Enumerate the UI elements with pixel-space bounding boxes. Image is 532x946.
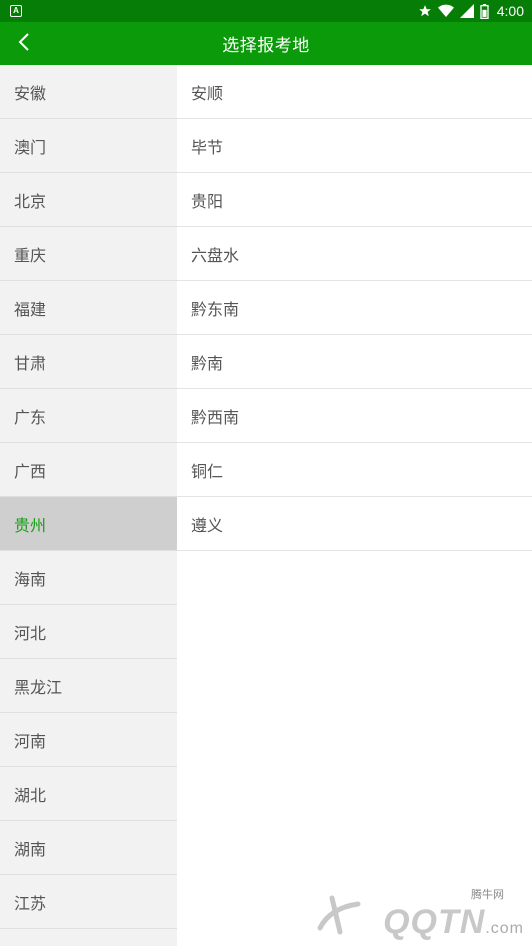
chevron-left-icon [18, 32, 30, 56]
app-bar: 选择报考地 [0, 22, 532, 65]
province-item[interactable]: 澳门 [0, 119, 177, 173]
province-item[interactable]: 广东 [0, 389, 177, 443]
signal-icon [459, 4, 474, 18]
province-item[interactable]: 河南 [0, 713, 177, 767]
city-item[interactable]: 六盘水 [177, 227, 532, 281]
province-item[interactable]: 江苏 [0, 875, 177, 929]
city-item[interactable]: 贵阳 [177, 173, 532, 227]
back-button[interactable] [6, 22, 42, 65]
province-item[interactable]: 海南 [0, 551, 177, 605]
city-item[interactable]: 遵义 [177, 497, 532, 551]
province-list[interactable]: 安徽 澳门 北京 重庆 福建 甘肃 广东 广西 贵州 海南 河北 黑龙江 河南 … [0, 65, 177, 946]
province-item[interactable]: 重庆 [0, 227, 177, 281]
page-title: 选择报考地 [222, 36, 310, 56]
city-item[interactable]: 毕节 [177, 119, 532, 173]
city-item[interactable]: 安顺 [177, 65, 532, 119]
province-item-selected[interactable]: 贵州 [0, 497, 177, 551]
city-item[interactable]: 黔东南 [177, 281, 532, 335]
province-item[interactable]: 广西 [0, 443, 177, 497]
city-item[interactable]: 铜仁 [177, 443, 532, 497]
province-item[interactable]: 湖北 [0, 767, 177, 821]
province-item[interactable]: 北京 [0, 173, 177, 227]
status-time: 4:00 [496, 3, 524, 19]
star-icon [418, 4, 432, 18]
province-item[interactable]: 福建 [0, 281, 177, 335]
city-item[interactable]: 黔西南 [177, 389, 532, 443]
province-item[interactable]: 甘肃 [0, 335, 177, 389]
battery-icon [480, 3, 489, 19]
province-item[interactable]: 黑龙江 [0, 659, 177, 713]
wifi-icon [437, 4, 454, 18]
province-item[interactable]: 湖南 [0, 821, 177, 875]
province-item[interactable]: 河北 [0, 605, 177, 659]
content-area: 安徽 澳门 北京 重庆 福建 甘肃 广东 广西 贵州 海南 河北 黑龙江 河南 … [0, 65, 532, 946]
city-item[interactable]: 黔南 [177, 335, 532, 389]
status-bar: A 4:00 [0, 0, 532, 22]
app-badge-icon: A [10, 5, 22, 17]
province-item[interactable]: 安徽 [0, 65, 177, 119]
city-list[interactable]: 安顺 毕节 贵阳 六盘水 黔东南 黔南 黔西南 铜仁 遵义 [177, 65, 532, 946]
